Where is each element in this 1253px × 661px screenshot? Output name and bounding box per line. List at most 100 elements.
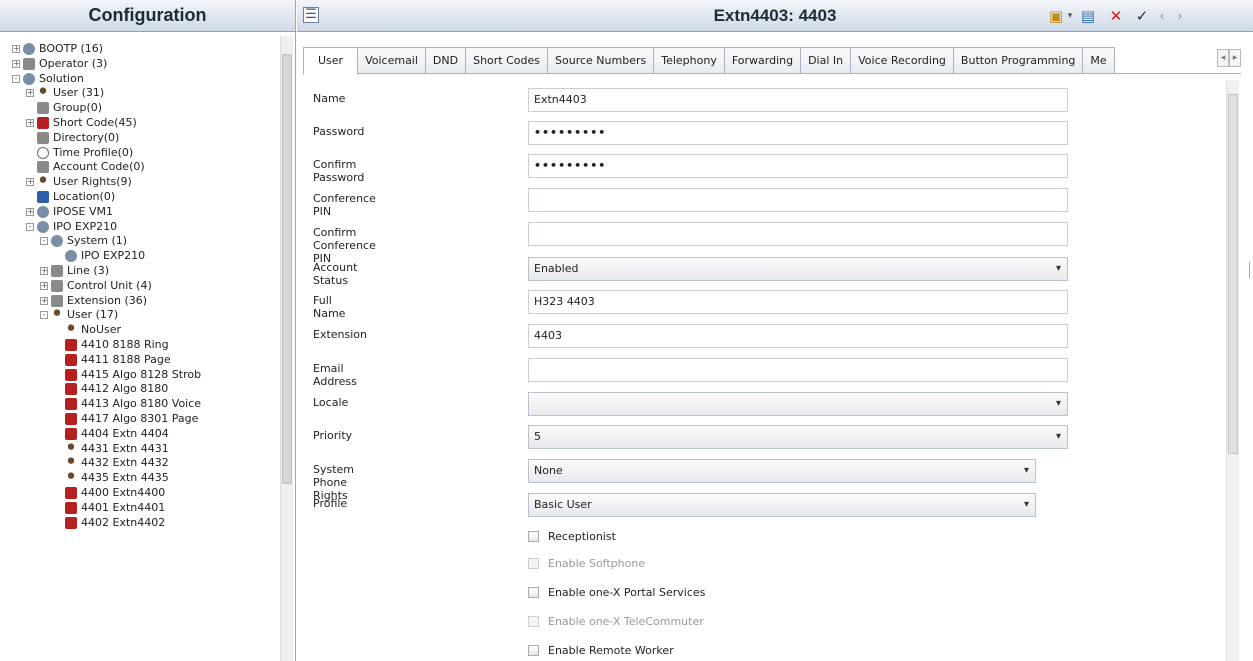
expand-icon[interactable]: + (26, 119, 34, 127)
tree-item[interactable]: 4413 Algo 8180 Voice (54, 397, 201, 411)
tree-item[interactable]: + Extension (36) (40, 294, 147, 308)
user-editor-panel: ☰ Extn4403: 4403 ▣ ▾ ▤ ✕ ✓ ‹ › User Voic… (297, 0, 1253, 661)
chevron-down-icon[interactable]: ▾ (1065, 6, 1075, 26)
tree-item[interactable]: 4411 8188 Page (54, 353, 171, 367)
expand-icon[interactable]: + (26, 207, 34, 216)
locale-select[interactable] (528, 392, 1068, 416)
tab-scroll-right-icon[interactable]: ▸ (1229, 49, 1241, 67)
confirm-conference-pin-input[interactable] (528, 222, 1068, 246)
tree-item[interactable]: - User (17) (40, 308, 118, 322)
receptionist-checkbox[interactable]: Receptionist (528, 526, 616, 546)
tree-item[interactable]: + IPOSE VM1 (26, 205, 113, 219)
tree-item[interactable]: 4415 Algo 8128 Strob (54, 368, 201, 382)
form-scrollbar-thumb[interactable] (1228, 94, 1238, 454)
tree-item-label: System (1) (67, 234, 128, 248)
tree-item[interactable]: 4417 Algo 8301 Page (54, 412, 198, 426)
tab-short-codes[interactable]: Short Codes (465, 47, 549, 73)
tree-item[interactable]: - IPO EXP210 (26, 220, 117, 234)
tab-more[interactable]: Me (1082, 47, 1115, 73)
expand-icon[interactable]: + (40, 296, 48, 305)
tab-dial-in[interactable]: Dial In (800, 47, 852, 73)
expand-icon[interactable]: + (40, 267, 48, 275)
tree-item[interactable]: + User (31) (26, 86, 104, 100)
tree-item-label: 4432 Extn 4432 (81, 456, 169, 470)
checkbox-box[interactable] (528, 644, 539, 656)
confirm-password-input[interactable]: ••••••••• (528, 154, 1068, 178)
tab-user[interactable]: User (303, 47, 359, 75)
configuration-title: Configuration (0, 0, 295, 32)
tree-item[interactable]: Directory(0) (26, 131, 119, 145)
tree-item[interactable]: 4410 8188 Ring (54, 338, 169, 352)
tree-item[interactable]: 4431 Extn 4431 (54, 442, 169, 456)
checkbox-box[interactable] (528, 586, 539, 598)
tree-item[interactable]: + Line (3) (40, 264, 109, 278)
priority-label: Priority (313, 429, 353, 442)
collapse-icon[interactable]: - (40, 311, 48, 320)
expand-icon[interactable]: + (26, 89, 34, 98)
tab-telephony[interactable]: Telephony (653, 47, 725, 73)
tree-item[interactable]: + Short Code(45) (26, 116, 137, 130)
name-input[interactable]: Extn4403 (528, 88, 1068, 112)
tab-button-programming[interactable]: Button Programming (952, 47, 1084, 73)
gear-icon (37, 205, 49, 218)
collapse-icon[interactable]: - (40, 237, 48, 246)
tree-item-label: 4400 Extn4400 (81, 486, 166, 499)
email-input[interactable] (528, 358, 1068, 382)
splitter-grip[interactable] (1249, 262, 1253, 278)
profile-select[interactable]: Basic User (528, 493, 1036, 517)
tree-item[interactable]: - Solution (12, 72, 84, 86)
tab-source-numbers[interactable]: Source Numbers (547, 47, 655, 73)
tree-item[interactable]: 4401 Extn4401 (54, 501, 165, 515)
next-icon[interactable]: › (1173, 6, 1187, 26)
tab-forwarding[interactable]: Forwarding (723, 47, 802, 73)
tree-item[interactable]: 4435 Extn 4435 (54, 471, 169, 485)
tree-item[interactable]: 4400 Extn4400 (54, 486, 165, 500)
checkbox-box[interactable] (528, 530, 539, 542)
onex-portal-checkbox[interactable]: Enable one-X Portal Services (528, 582, 705, 602)
tree-item[interactable]: + User Rights(9) (26, 175, 132, 189)
tree-item[interactable]: Location(0) (26, 190, 115, 204)
expand-icon[interactable]: + (40, 281, 48, 290)
tree-item[interactable]: + BOOTP (16) (12, 42, 103, 56)
tree-item[interactable]: IPO EXP210 (54, 249, 145, 263)
new-item-icon[interactable]: ▣ (1047, 6, 1065, 26)
delete-icon[interactable]: ✕ (1107, 6, 1125, 26)
form-scrollbar[interactable] (1226, 80, 1239, 661)
tree-item[interactable]: + Operator (3) (12, 57, 107, 71)
expand-icon[interactable]: + (26, 178, 34, 187)
tab-dnd[interactable]: DND (424, 47, 467, 73)
gear-icon (65, 250, 77, 263)
remote-worker-checkbox[interactable]: Enable Remote Worker (528, 640, 674, 660)
tree-item[interactable]: 4412 Algo 8180 (54, 382, 168, 396)
tree-item[interactable]: Group(0) (26, 101, 102, 115)
previous-icon[interactable]: ‹ (1155, 6, 1169, 26)
tree-scrollbar-thumb[interactable] (282, 54, 292, 484)
full-name-input[interactable]: H323 4403 (528, 290, 1068, 314)
extension-input[interactable]: 4403 (528, 324, 1068, 348)
collapse-icon[interactable]: - (26, 222, 34, 231)
expand-icon[interactable]: + (12, 45, 20, 53)
tree-item[interactable]: 4404 Extn 4404 (54, 427, 169, 441)
tree-item[interactable]: Account Code(0) (26, 160, 145, 174)
tree-item[interactable]: Time Profile(0) (26, 146, 133, 160)
collapse-icon[interactable]: - (12, 74, 20, 83)
system-phone-rights-select[interactable]: None (528, 459, 1036, 483)
tree-item[interactable]: NoUser (54, 323, 121, 337)
conference-pin-input[interactable] (528, 188, 1068, 212)
tree-item[interactable]: 4402 Extn4402 (54, 516, 165, 530)
tree-scrollbar[interactable] (280, 36, 293, 661)
tree-item[interactable]: 4432 Extn 4432 (54, 456, 169, 470)
tab-voicemail[interactable]: Voicemail (357, 47, 426, 73)
password-input[interactable]: ••••••••• (528, 121, 1068, 145)
export-icon[interactable]: ▤ (1079, 6, 1097, 26)
tree-item[interactable]: + Control Unit (4) (40, 279, 152, 293)
tab-scroll-left-icon[interactable]: ◂ (1217, 49, 1229, 67)
account-status-select[interactable]: Enabled (528, 257, 1068, 281)
tree-item-label: Group(0) (53, 101, 103, 115)
ok-check-icon[interactable]: ✓ (1133, 6, 1151, 26)
tab-voice-recording[interactable]: Voice Recording (850, 47, 954, 73)
user-icon (51, 309, 63, 322)
tree-item[interactable]: - System (1) (40, 234, 127, 248)
expand-icon[interactable]: + (12, 59, 20, 68)
priority-select[interactable]: 5 (528, 425, 1068, 449)
